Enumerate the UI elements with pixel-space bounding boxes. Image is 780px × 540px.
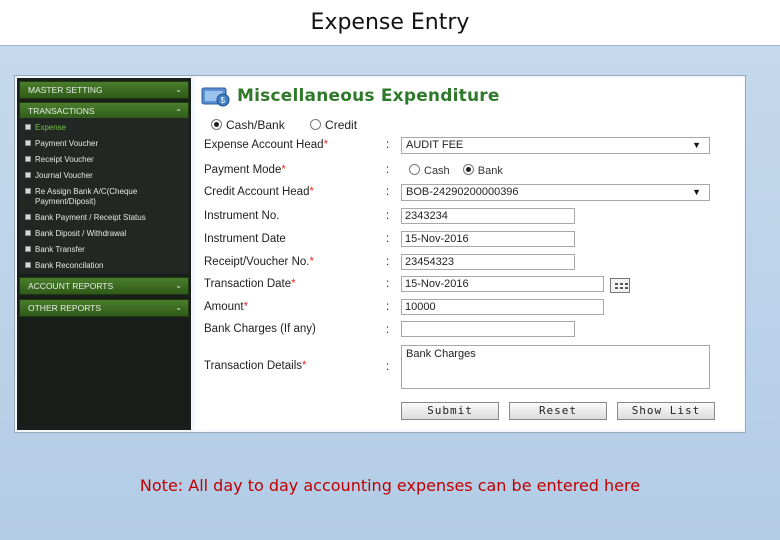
sidebar-item-bank-payment-status[interactable]: Bank Payment / Receipt Status [25,213,185,223]
bullet-icon [25,230,31,236]
svg-text:$: $ [221,96,226,105]
radio-cash-bank[interactable]: Cash/Bank [211,118,285,132]
radio-credit[interactable]: Credit [310,118,357,132]
dropdown-arrow-icon: ▼ [692,187,701,197]
payment-mode-radio-group: Cash Bank [409,164,513,177]
show-list-button[interactable]: Show List [617,402,715,420]
label-credit-account-head: Credit Account Head* [204,186,314,198]
transaction-details-textarea[interactable]: Bank Charges [401,345,710,389]
label-amount: Amount* [204,301,249,313]
sidebar-item-journal-voucher[interactable]: Journal Voucher [25,171,185,181]
sidebar: MASTER SETTING ⌄ TRANSACTIONS ⌃ Expense … [17,78,191,430]
sidebar-section-label: TRANSACTIONS [28,106,95,116]
expense-account-head-select[interactable]: AUDIT FEE ▼ [401,137,710,154]
colon-separator: : [386,361,390,373]
chevron-down-icon: ⌄ [175,85,182,94]
slide-title: Expense Entry [0,0,780,45]
colon-separator: : [386,278,390,290]
chevron-down-icon: ⌄ [175,303,182,312]
sidebar-section-account-reports[interactable]: ACCOUNT REPORTS ⌄ [19,277,189,295]
label-payment-mode: Payment Mode* [204,164,286,176]
sidebar-item-bank-transfer[interactable]: Bank Transfer [25,245,185,255]
label-instrument-no: Instrument No. [204,210,280,222]
dropdown-arrow-icon: ▼ [692,140,701,150]
radio-unselected-icon [310,119,322,130]
sidebar-item-bank-deposit-withdrawal[interactable]: Bank Diposit / Withdrawal [25,229,185,239]
submit-button[interactable]: Submit [401,402,499,420]
sidebar-item-receipt-voucher[interactable]: Receipt Voucher [25,155,185,165]
receipt-voucher-no-input[interactable] [401,254,575,270]
calendar-icon[interactable] [610,278,630,293]
expense-type-radio-group: Cash/Bank Credit [211,118,379,132]
credit-account-head-select[interactable]: BOB-24290200000396 ▼ [401,184,710,201]
sidebar-section-label: MASTER SETTING [28,85,103,95]
sidebar-submenu: Expense Payment Voucher Receipt Voucher … [19,118,189,274]
sidebar-section-label: OTHER REPORTS [28,303,102,313]
radio-selected-icon [462,164,474,175]
sidebar-item-payment-voucher[interactable]: Payment Voucher [25,139,185,149]
colon-separator: : [386,324,390,336]
radio-selected-icon [211,119,222,130]
colon-separator: : [386,256,390,268]
radio-unselected-icon [409,164,420,175]
instrument-no-input[interactable] [401,208,575,224]
bullet-icon [25,156,31,162]
label-expense-account-head: Expense Account Head* [204,139,329,151]
bullet-icon [25,124,31,130]
bullet-icon [25,140,31,146]
transaction-date-input[interactable] [401,276,604,292]
sidebar-item-bank-reconciliation[interactable]: Bank Reconcilation [25,261,185,271]
instrument-date-input[interactable] [401,231,575,247]
radio-payment-cash[interactable]: Cash [409,164,450,177]
bullet-icon [25,172,31,178]
sidebar-item-expense[interactable]: Expense [25,123,185,133]
label-receipt-voucher-no: Receipt/Voucher No.* [204,256,314,268]
expenditure-logo-icon: $ [201,87,230,107]
sidebar-section-master-setting[interactable]: MASTER SETTING ⌄ [19,81,189,99]
chevron-down-icon: ⌄ [175,281,182,290]
label-bank-charges: Bank Charges (If any) [204,323,316,335]
bullet-icon [25,214,31,220]
bullet-icon [25,262,31,268]
slide-note: Note: All day to day accounting expenses… [139,476,641,495]
colon-separator: : [386,210,390,222]
radio-payment-bank[interactable]: Bank [462,164,503,177]
bullet-icon [25,246,31,252]
form-title: Miscellaneous Expenditure [237,86,500,106]
colon-separator: : [386,233,390,245]
label-transaction-details: Transaction Details* [204,360,307,372]
label-instrument-date: Instrument Date [204,233,286,245]
label-transaction-date: Transaction Date* [204,278,296,290]
colon-separator: : [386,301,390,313]
colon-separator: : [386,139,390,151]
bullet-icon [25,188,31,194]
expense-form-panel: $ Miscellaneous Expenditure Cash/Bank Cr… [195,78,744,430]
amount-input[interactable] [401,299,604,315]
bank-charges-input[interactable] [401,321,575,337]
sidebar-item-reassign-bank[interactable]: Re Assign Bank A/C(Cheque Payment/Diposi… [25,187,185,207]
sidebar-section-label: ACCOUNT REPORTS [28,281,114,291]
reset-button[interactable]: Reset [509,402,607,420]
colon-separator: : [386,186,390,198]
sidebar-section-other-reports[interactable]: OTHER REPORTS ⌄ [19,299,189,317]
colon-separator: : [386,164,390,176]
